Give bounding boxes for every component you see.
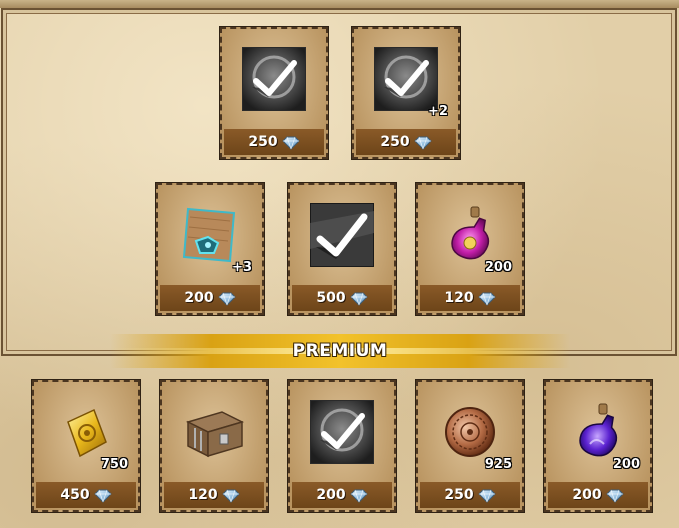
item-quantity: +2 — [428, 104, 448, 119]
item-price: 200 — [316, 487, 346, 503]
treasure-chest-icon — [182, 400, 246, 464]
diamond-currency-icon — [477, 488, 496, 503]
item-price: 120 — [444, 290, 474, 306]
skip-check-icon — [241, 46, 307, 112]
price-bar: 250 — [420, 482, 520, 508]
item-price: 250 — [380, 134, 410, 150]
diamond-currency-icon — [93, 488, 112, 503]
item-quantity: 925 — [484, 457, 512, 472]
item-quantity: 200 — [484, 260, 512, 275]
price-bar: 120 — [420, 285, 520, 311]
premium-item-card[interactable]: 120 — [160, 380, 268, 512]
shop-item-card[interactable]: +2 250 — [352, 27, 460, 159]
premium-item-card[interactable]: 750 450 — [32, 380, 140, 512]
shop-item-card[interactable]: 250 — [220, 27, 328, 159]
premium-item-card[interactable]: 200 — [288, 380, 396, 512]
bronze-coin-icon — [438, 400, 502, 464]
diamond-currency-icon — [221, 488, 240, 503]
item-price: 120 — [188, 487, 218, 503]
large-skip-check-icon — [309, 202, 375, 268]
price-bar: 200 — [160, 285, 260, 311]
price-bar: 450 — [36, 482, 136, 508]
diamond-currency-icon — [413, 135, 432, 150]
shop-item-card[interactable]: 500 — [288, 183, 396, 315]
diamond-currency-icon — [281, 135, 300, 150]
gold-bar-icon — [54, 400, 118, 464]
price-bar: 120 — [164, 482, 264, 508]
price-bar: 250 — [224, 129, 324, 155]
premium-item-card[interactable]: 200 200 — [544, 380, 652, 512]
price-bar: 200 — [292, 482, 392, 508]
price-bar: 250 — [356, 129, 456, 155]
diamond-currency-icon — [349, 488, 368, 503]
diamond-currency-icon — [477, 291, 496, 306]
item-quantity: 200 — [612, 457, 640, 472]
price-bar: 200 — [548, 482, 648, 508]
magenta-potion-icon — [438, 203, 502, 267]
diamond-currency-icon — [605, 488, 624, 503]
item-price: 500 — [316, 290, 346, 306]
premium-item-card[interactable]: 925 250 — [416, 380, 524, 512]
premium-section-banner: PREMIUM — [110, 334, 570, 368]
item-price: 450 — [60, 487, 90, 503]
shop-item-card[interactable]: +3 200 — [156, 183, 264, 315]
item-price: 250 — [248, 134, 278, 150]
shop-item-card[interactable]: 200 120 — [416, 183, 524, 315]
diamond-currency-icon — [349, 291, 368, 306]
item-quantity: +3 — [232, 260, 252, 275]
diamond-currency-icon — [217, 291, 236, 306]
premium-title: PREMIUM — [292, 341, 388, 361]
price-bar: 500 — [292, 285, 392, 311]
skip-check-icon — [309, 399, 375, 465]
blueprint-scroll-icon — [178, 203, 242, 267]
item-price: 250 — [444, 487, 474, 503]
top-border — [0, 0, 679, 8]
purple-potion-icon — [566, 400, 630, 464]
item-price: 200 — [572, 487, 602, 503]
item-price: 200 — [184, 290, 214, 306]
item-quantity: 750 — [100, 457, 128, 472]
skip-check-icon — [373, 46, 439, 112]
